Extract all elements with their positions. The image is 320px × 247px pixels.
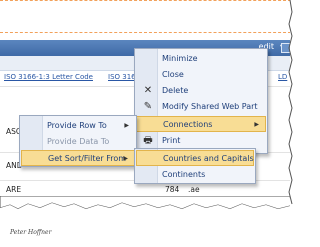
sort-filter-submenu: Countries and Capitals Continents [134,148,256,184]
menu-item-get-sort-filter-from[interactable]: Get Sort/Filter From ▶ [21,150,135,166]
menu-item-continents[interactable]: Continents [136,167,254,183]
menu-item-delete[interactable]: ✕ Delete [136,83,266,99]
table-cell-tld: .ae [188,185,200,194]
submenu-arrow-icon: ▶ [123,155,128,162]
menu-item-connections[interactable]: Connections ▶ [136,116,266,132]
signature: Peter Hoffner [10,229,52,236]
menu-item-minimize[interactable]: Minimize [136,51,266,67]
submenu-arrow-icon: ▶ [254,121,259,128]
table-cell-code: ARE [6,185,22,194]
menu-item-close[interactable]: Close [136,67,266,83]
menu-item-provide-data-to: Provide Data To [47,137,110,146]
menu-item-print[interactable]: 🖶 Print [136,133,266,149]
delete-x-icon: ✕ [143,85,153,96]
submenu-arrow-icon: ▶ [124,122,129,129]
connections-submenu: Provide Row To ▶ Provide Data To Get Sor… [19,115,137,167]
torn-edge-decoration [0,196,301,247]
top-webpart-zone [0,0,291,33]
column-header-3-letter-code[interactable]: ISO 3166-1:3 Letter Code [4,73,93,81]
webpart-menu: Minimize Close ✕ Delete ✎ Modify Shared … [134,48,268,154]
menu-item-countries-and-capitals[interactable]: Countries and Capitals [136,150,254,166]
menu-item-provide-row-to[interactable]: Provide Row To ▶ [21,118,135,134]
column-header-iso-3166[interactable]: ISO 316 [108,73,136,81]
edit-page-icon: ✎ [143,101,153,112]
table-cell-number: 784 [165,185,180,194]
printer-icon: 🖶 [143,135,153,146]
torn-edge-right [288,0,293,205]
menu-item-modify-shared-web-part[interactable]: ✎ Modify Shared Web Part [136,99,266,115]
